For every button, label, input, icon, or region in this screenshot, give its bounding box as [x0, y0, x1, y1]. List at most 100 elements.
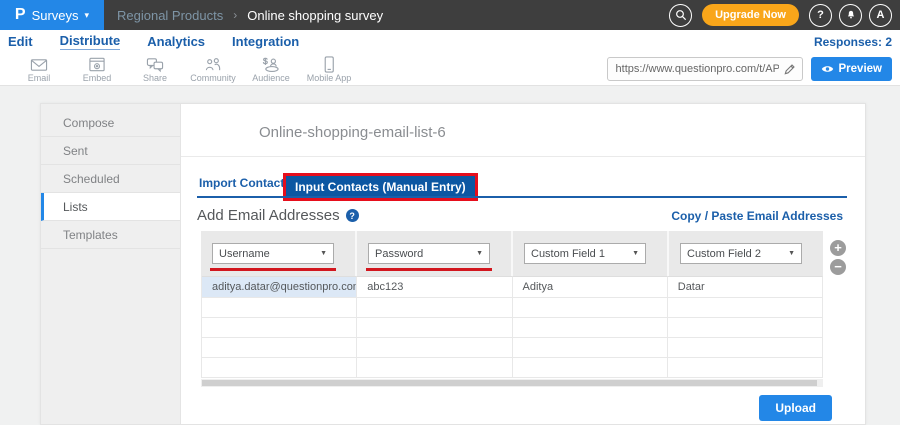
username-field-select[interactable]: Username ▼ — [212, 243, 334, 264]
cell-password[interactable] — [357, 298, 513, 318]
table-row — [201, 338, 823, 358]
email-icon — [30, 58, 48, 71]
page-title: Online-shopping-email-list-6 — [259, 124, 446, 141]
tab-label: Input Contacts (Manual Entry) — [295, 180, 466, 194]
scrollbar-thumb[interactable] — [202, 380, 817, 386]
header-col-username: Username ▼ — [201, 231, 357, 276]
remove-row-button[interactable]: − — [830, 259, 846, 275]
toolbar-item-embed[interactable]: Embed — [68, 56, 126, 83]
cell-password[interactable] — [357, 338, 513, 358]
toolbar-label: Community — [190, 72, 236, 83]
svg-text:$: $ — [263, 56, 268, 66]
community-icon — [205, 57, 221, 70]
tab-import-contacts[interactable]: Import Contacts — [199, 176, 291, 190]
tab-integration[interactable]: Integration — [232, 34, 299, 49]
cell-email[interactable]: aditya.datar@questionpro.com — [202, 276, 358, 298]
bell-icon — [847, 10, 854, 19]
questionpro-logo-icon: P — [14, 6, 26, 23]
header-col-password: Password ▼ — [357, 231, 513, 276]
breadcrumb: Regional Products › Online shopping surv… — [117, 8, 383, 23]
cell-email[interactable] — [202, 358, 358, 378]
embed-icon — [89, 57, 105, 71]
search-button[interactable] — [669, 3, 693, 27]
red-underline-annotation — [366, 268, 492, 271]
header-col-custom-field-2: Custom Field 2 ▼ — [669, 231, 823, 276]
responses-count[interactable]: Responses: 2 — [814, 35, 892, 49]
custom-field-1-select[interactable]: Custom Field 1 ▼ — [524, 243, 646, 264]
sidebar-item-templates[interactable]: Templates — [41, 221, 180, 249]
toolbar-label: Email — [27, 72, 51, 83]
chevron-down-icon: ▼ — [320, 250, 327, 257]
share-icon — [146, 57, 164, 72]
product-name: Surveys — [31, 7, 79, 23]
tab-edit[interactable]: Edit — [8, 34, 33, 49]
cell-custom-2[interactable] — [667, 358, 823, 378]
chevron-down-icon: ▼ — [632, 250, 639, 257]
table-row — [201, 318, 823, 338]
add-emails-section-header: Add Email Addresses ? Copy / Paste Email… — [197, 206, 843, 225]
preview-button[interactable]: Preview — [810, 57, 892, 81]
survey-link-group: Preview — [606, 57, 892, 81]
cell-password[interactable] — [357, 358, 513, 378]
cell-email[interactable] — [202, 318, 358, 338]
table-header-row: Username ▼ Password ▼ Custom Field 1 ▼ C… — [201, 231, 823, 276]
cell-custom-1[interactable] — [512, 298, 668, 318]
survey-url-field — [606, 57, 803, 81]
breadcrumb-folder[interactable]: Regional Products — [117, 8, 223, 23]
tab-analytics[interactable]: Analytics — [147, 34, 205, 49]
sidebar-item-sent[interactable]: Sent — [41, 137, 180, 165]
toolbar-item-audience[interactable]: $ Audience — [242, 56, 300, 83]
add-row-button[interactable]: + — [830, 240, 846, 256]
search-icon — [675, 10, 686, 21]
cell-email[interactable] — [202, 338, 358, 358]
avatar[interactable]: A — [869, 3, 892, 27]
cell-custom-1[interactable] — [512, 358, 668, 378]
copy-paste-email-link[interactable]: Copy / Paste Email Addresses — [671, 209, 843, 223]
toolbar-item-email[interactable]: Email — [10, 56, 68, 83]
contacts-tabs: Import Contacts Input Contacts (Manual E… — [197, 168, 865, 201]
preview-label: Preview — [838, 63, 882, 75]
pencil-icon — [784, 63, 795, 75]
help-icon[interactable]: ? — [345, 209, 359, 222]
toolbar-item-community[interactable]: Community — [184, 56, 242, 83]
survey-url-input[interactable] — [607, 63, 781, 75]
cell-custom-1[interactable] — [512, 318, 668, 338]
distribute-toolbar: Email Embed Share Community $ Audience M… — [0, 53, 900, 86]
cell-custom-2[interactable]: Datar — [667, 276, 823, 298]
cell-email[interactable] — [202, 298, 358, 318]
email-sidebar: Compose Sent Scheduled Lists Templates — [41, 104, 181, 424]
toolbar-item-mobile-app[interactable]: Mobile App — [300, 55, 358, 83]
cell-custom-1[interactable]: Aditya — [512, 276, 668, 298]
red-underline-annotation — [210, 268, 336, 271]
upgrade-now-button[interactable]: Upgrade Now — [702, 4, 799, 26]
cell-custom-2[interactable] — [667, 338, 823, 358]
surveys-menu[interactable]: P Surveys ▾ — [0, 0, 104, 30]
password-field-select[interactable]: Password ▼ — [368, 243, 490, 264]
cell-custom-1[interactable] — [512, 338, 668, 358]
help-button[interactable]: ? — [809, 3, 832, 27]
horizontal-scrollbar[interactable] — [201, 379, 823, 387]
breadcrumb-survey-title: Online shopping survey — [247, 7, 384, 23]
cell-password[interactable] — [357, 318, 513, 338]
breadcrumb-separator: › — [233, 8, 238, 22]
custom-field-2-select[interactable]: Custom Field 2 ▼ — [680, 243, 802, 264]
email-entry-table: Username ▼ Password ▼ Custom Field 1 ▼ C… — [201, 231, 823, 387]
cell-custom-2[interactable] — [667, 298, 823, 318]
cell-password[interactable]: abc123 — [357, 276, 513, 298]
select-value: Username — [219, 247, 270, 260]
toolbar-label: Share — [142, 72, 168, 83]
toolbar-item-share[interactable]: Share — [126, 56, 184, 83]
toolbar-label: Audience — [252, 72, 290, 83]
toolbar-label: Embed — [82, 72, 112, 83]
toolbar-label: Mobile App — [306, 72, 352, 83]
edit-url-button[interactable] — [781, 63, 802, 76]
sidebar-item-scheduled[interactable]: Scheduled — [41, 165, 180, 193]
sidebar-item-lists[interactable]: Lists — [41, 193, 180, 221]
notifications-button[interactable] — [839, 3, 862, 27]
select-value: Password — [375, 247, 424, 260]
tab-distribute[interactable]: Distribute — [59, 33, 121, 50]
cell-custom-2[interactable] — [667, 318, 823, 338]
sidebar-item-compose[interactable]: Compose — [41, 109, 180, 137]
upload-button[interactable]: Upload — [759, 395, 832, 421]
topbar-actions: Upgrade Now ? A — [669, 3, 900, 27]
